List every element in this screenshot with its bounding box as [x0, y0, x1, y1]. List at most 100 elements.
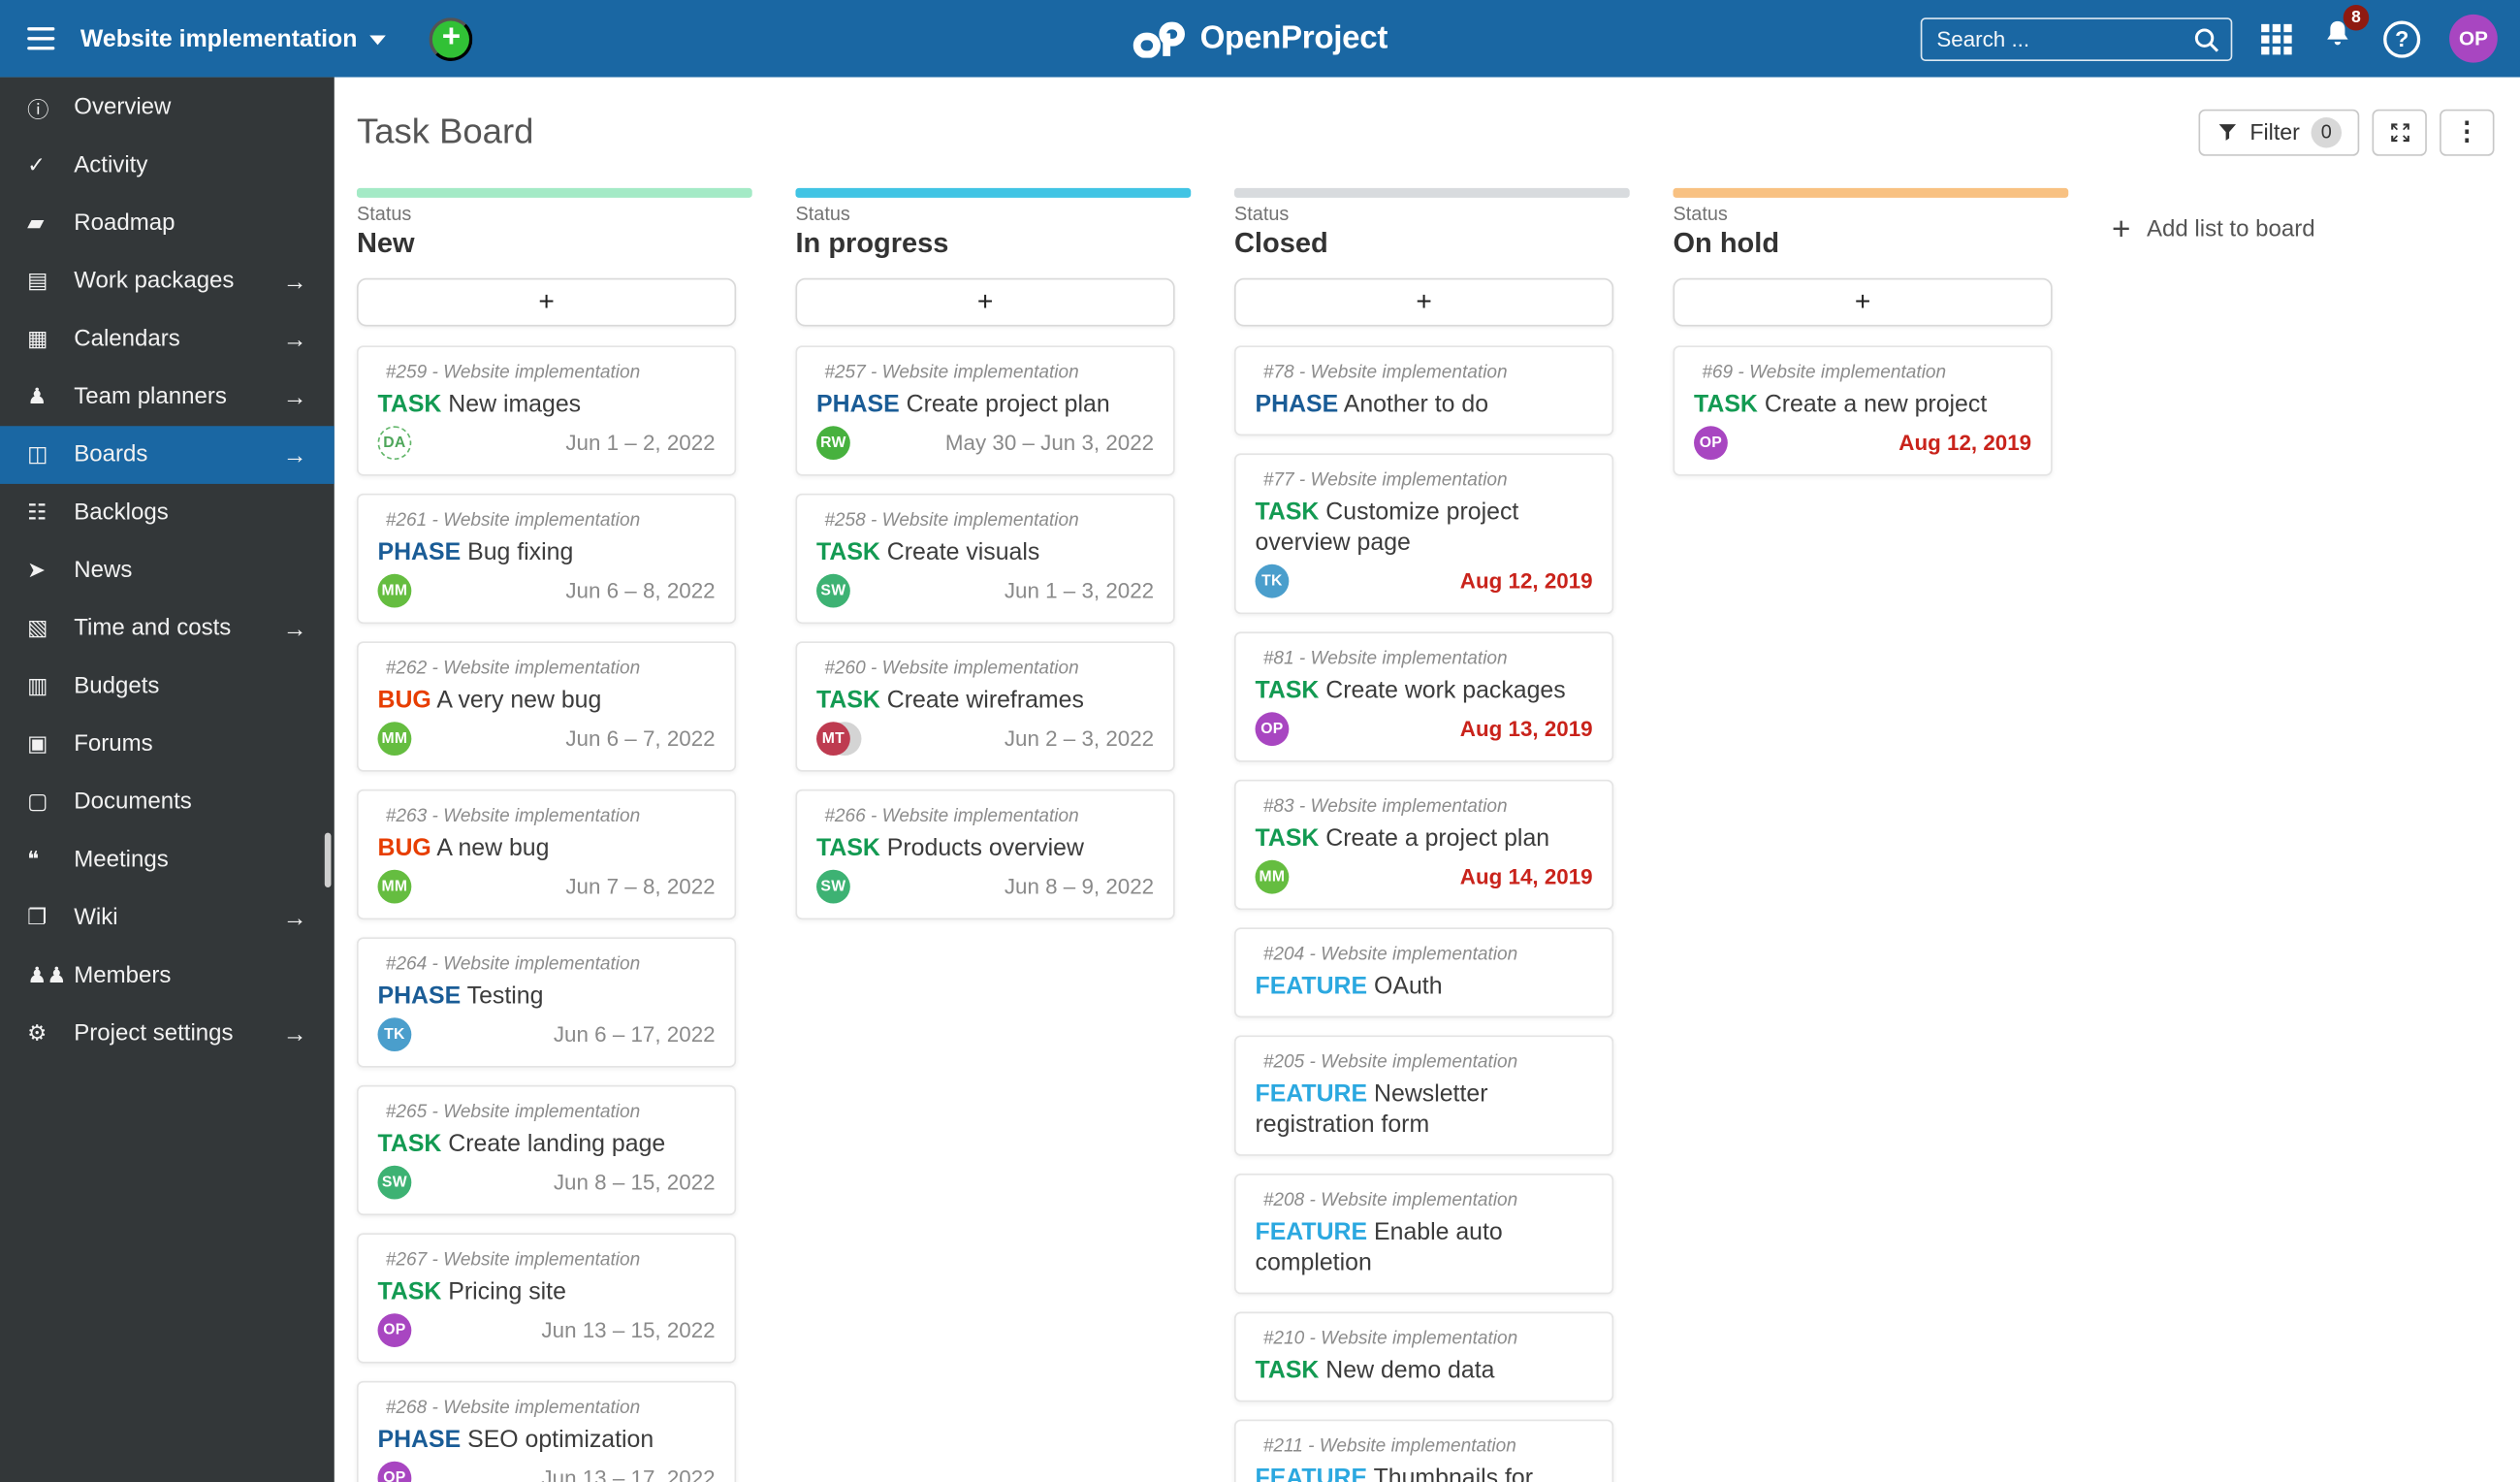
assignee-avatar[interactable]: OP: [1255, 712, 1290, 747]
search-input[interactable]: [1922, 18, 2231, 59]
assignee-avatar[interactable]: MM: [377, 722, 412, 757]
work-package-card[interactable]: #69 - Website implementation TASK Create…: [1673, 345, 2053, 476]
quick-add-button[interactable]: +: [430, 16, 473, 61]
sidebar-item-forums[interactable]: ▣ Forums: [0, 716, 335, 774]
forums-icon: ▣: [27, 731, 48, 757]
arrow-right-icon[interactable]: →: [283, 1020, 307, 1047]
assignee-avatar[interactable]: MT: [816, 722, 850, 757]
work-package-card[interactable]: #81 - Website implementation TASK Create…: [1233, 631, 1614, 762]
sidebar-item-calendars[interactable]: ▦ Calendars →: [0, 310, 335, 369]
assignee-avatar[interactable]: DA: [377, 426, 412, 461]
card-title: Create a new project: [1764, 390, 1988, 418]
add-card-button[interactable]: +: [356, 277, 737, 327]
filter-button[interactable]: Filter 0: [2198, 108, 2360, 155]
work-package-card[interactable]: #265 - Website implementation TASK Creat…: [356, 1084, 737, 1216]
work-package-card[interactable]: #208 - Website implementation FEATURE En…: [1233, 1173, 1614, 1295]
assignee-avatar[interactable]: OP: [1694, 426, 1728, 461]
card-type: TASK: [377, 390, 442, 418]
work-package-card[interactable]: #261 - Website implementation PHASE Bug …: [356, 493, 737, 625]
sidebar-item-boards[interactable]: ◫ Boards →: [0, 426, 335, 484]
assignee-avatar[interactable]: TK: [377, 1017, 412, 1052]
board-settings-kebab-button[interactable]: ⋮: [2440, 108, 2495, 155]
assignee-avatar[interactable]: MM: [377, 573, 412, 608]
work-package-card[interactable]: #83 - Website implementation TASK Create…: [1233, 779, 1614, 911]
sidebar-item-activity[interactable]: ✓ Activity: [0, 137, 335, 195]
assignee-avatar[interactable]: SW: [816, 869, 850, 904]
help-icon[interactable]: ?: [2383, 19, 2421, 57]
card-type: PHASE: [377, 538, 462, 566]
sidebar-item-documents[interactable]: ▢ Documents: [0, 773, 335, 831]
card-id: #267: [385, 1250, 428, 1271]
sidebar-item-team-planners[interactable]: ♟ Team planners →: [0, 369, 335, 427]
card-due-date: Jun 6 – 7, 2022: [565, 726, 716, 752]
work-package-card[interactable]: #268 - Website implementation PHASE SEO …: [356, 1380, 737, 1482]
arrow-right-icon[interactable]: →: [283, 268, 307, 295]
chevron-down-icon: [369, 35, 387, 46]
work-package-card[interactable]: #257 - Website implementation PHASE Crea…: [795, 345, 1175, 476]
work-package-card[interactable]: #204 - Website implementation FEATURE OA…: [1233, 927, 1614, 1018]
sidebar-item-overview[interactable]: ⓘ Overview: [0, 79, 335, 137]
work-package-card[interactable]: #263 - Website implementation BUG A new …: [356, 789, 737, 920]
card-due-date: Jun 13 – 17, 2022: [541, 1466, 716, 1482]
sidebar-item-work-packages[interactable]: ▤ Work packages →: [0, 252, 335, 310]
work-package-card[interactable]: #264 - Website implementation PHASE Test…: [356, 937, 737, 1068]
modules-grid-icon[interactable]: [2261, 23, 2292, 54]
sidebar-item-news[interactable]: ➤ News: [0, 542, 335, 600]
work-package-card[interactable]: #205 - Website implementation FEATURE Ne…: [1233, 1035, 1614, 1156]
arrow-right-icon[interactable]: →: [283, 615, 307, 642]
add-list-to-board-button[interactable]: + Add list to board: [2112, 213, 2315, 245]
work-package-card[interactable]: #258 - Website implementation TASK Creat…: [795, 493, 1175, 625]
column-group-label: Status: [356, 202, 412, 226]
assignee-avatar[interactable]: RW: [816, 426, 850, 461]
sidebar-item-budgets[interactable]: ▥ Budgets: [0, 658, 335, 716]
project-selector[interactable]: Website implementation: [80, 25, 387, 52]
search-icon[interactable]: [2192, 25, 2221, 54]
work-package-card[interactable]: #266 - Website implementation TASK Produ…: [795, 789, 1175, 920]
work-package-card[interactable]: #210 - Website implementation TASK New d…: [1233, 1311, 1614, 1402]
notifications-bell[interactable]: 8: [2320, 4, 2370, 59]
sidebar-item-label: Members: [74, 962, 172, 989]
card-title: OAuth: [1374, 972, 1443, 1000]
fullscreen-button[interactable]: [2372, 108, 2427, 155]
sidebar-item-backlogs[interactable]: ☷ Backlogs: [0, 484, 335, 542]
card-type: FEATURE: [1255, 972, 1368, 1000]
work-package-card[interactable]: #260 - Website implementation TASK Creat…: [795, 641, 1175, 772]
work-package-card[interactable]: #262 - Website implementation BUG A very…: [356, 641, 737, 772]
assignee-avatar[interactable]: SW: [377, 1165, 412, 1200]
add-card-button[interactable]: +: [1673, 277, 2053, 327]
arrow-right-icon[interactable]: →: [283, 441, 307, 468]
arrow-right-icon[interactable]: →: [283, 326, 307, 353]
assignee-avatar[interactable]: OP: [377, 1313, 412, 1348]
sidebar-item-time-and-costs[interactable]: ▧ Time and costs →: [0, 599, 335, 658]
work-package-card[interactable]: #211 - Website implementation FEATURE Th…: [1233, 1419, 1614, 1482]
hamburger-menu-icon[interactable]: [0, 0, 80, 78]
board-column-closed: Status Closed + #78 - Website implementa…: [1233, 187, 1630, 1482]
card-due-date: Jun 6 – 8, 2022: [565, 578, 716, 603]
openproject-logo[interactable]: OpenProject: [1132, 20, 1388, 57]
column-accent-bar: [356, 187, 752, 198]
meetings-icon: ❝: [27, 847, 40, 872]
assignee-avatar[interactable]: SW: [816, 573, 850, 608]
sidebar-item-wiki[interactable]: ❐ Wiki →: [0, 889, 335, 948]
arrow-right-icon[interactable]: →: [283, 904, 307, 931]
work-package-card[interactable]: #267 - Website implementation TASK Prici…: [356, 1233, 737, 1364]
column-title: New: [356, 226, 415, 259]
card-title: SEO optimization: [467, 1426, 654, 1454]
add-card-button[interactable]: +: [795, 277, 1175, 327]
work-package-card[interactable]: #77 - Website implementation TASK Custom…: [1233, 453, 1614, 615]
user-avatar[interactable]: OP: [2449, 14, 2498, 63]
sidebar-scrollbar[interactable]: [324, 832, 332, 887]
sidebar-item-members[interactable]: ♟♟ Members: [0, 947, 335, 1005]
assignee-avatar[interactable]: MM: [1255, 859, 1290, 894]
arrow-right-icon[interactable]: →: [283, 383, 307, 410]
sidebar-item-meetings[interactable]: ❝ Meetings: [0, 831, 335, 889]
sidebar-item-roadmap[interactable]: ▰ Roadmap: [0, 195, 335, 253]
add-card-button[interactable]: +: [1233, 277, 1614, 327]
card-id: #260: [824, 659, 866, 679]
assignee-avatar[interactable]: MM: [377, 869, 412, 904]
work-package-card[interactable]: #259 - Website implementation TASK New i…: [356, 345, 737, 476]
work-package-card[interactable]: #78 - Website implementation PHASE Anoth…: [1233, 345, 1614, 436]
assignee-avatar[interactable]: OP: [377, 1461, 412, 1482]
assignee-avatar[interactable]: TK: [1255, 564, 1290, 598]
sidebar-item-project-settings[interactable]: ⚙ Project settings →: [0, 1005, 335, 1063]
